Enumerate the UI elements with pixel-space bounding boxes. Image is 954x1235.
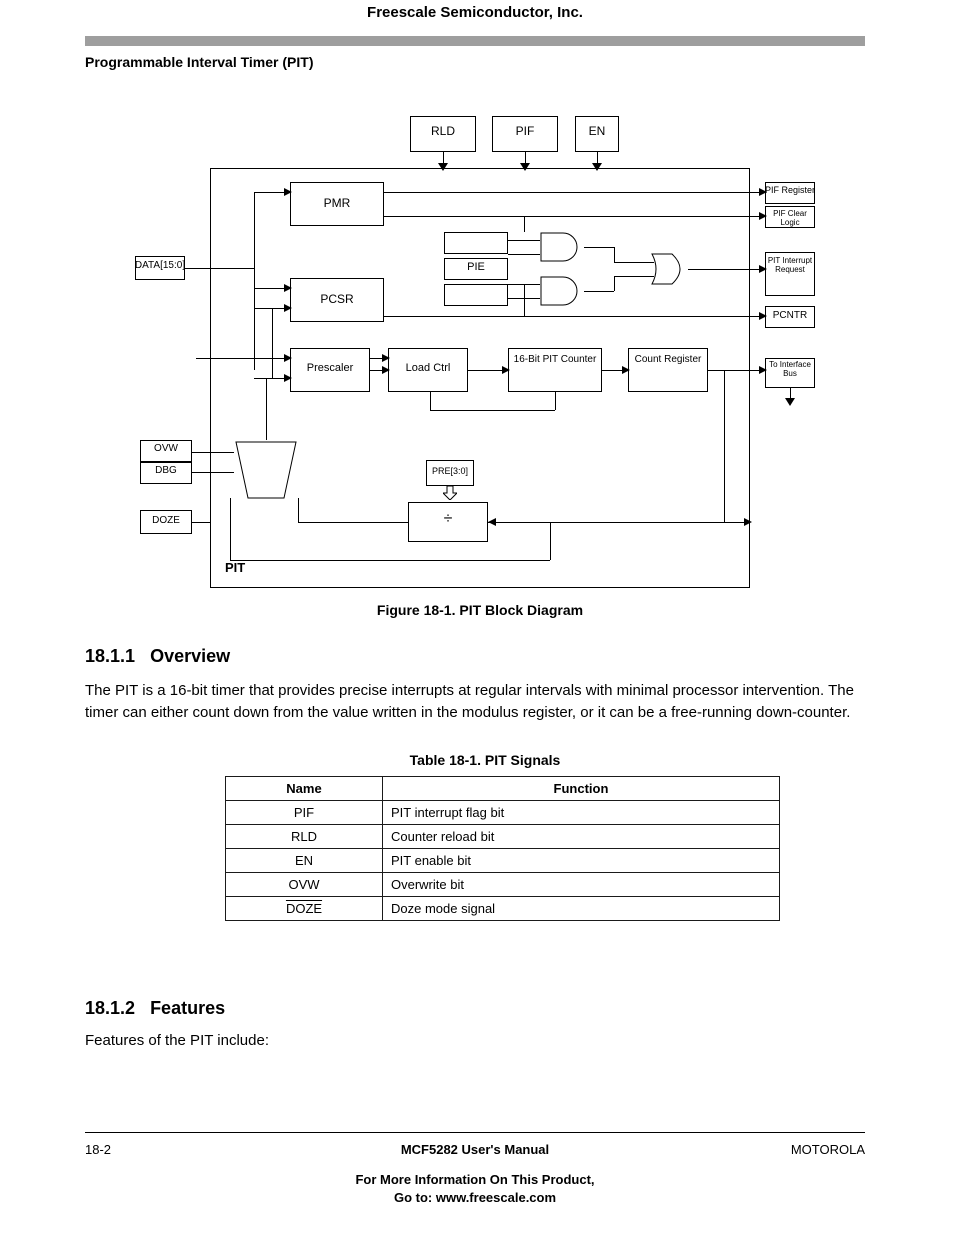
footer-right: MOTOROLA [791,1142,865,1157]
load-label: Load Ctrl [388,362,468,374]
pie-label: PIE [444,261,508,273]
table-row: RLD Counter reload bit [226,825,780,849]
div-op: ÷ [408,510,488,528]
table-row: DOZE Doze mode signal [226,897,780,921]
gate-in-3 [444,284,508,306]
down-arrow-icon [443,486,457,500]
signals-table: Name Function PIF PIT interrupt flag bit… [225,776,780,921]
mux [234,440,298,500]
counter-label: 16-Bit PIT Counter [508,354,602,365]
pif-reg-label: PIF Register [765,185,815,195]
gate-in-1 [444,232,508,254]
pcsr-label: PCSR [290,292,384,306]
subsection-text: Features of the PIT include: [85,1032,865,1049]
table-caption: Table 18-1. PIT Signals [225,752,745,768]
to-bus-label: To Interface Bus [765,360,815,378]
table-row: OVW Overwrite bit [226,873,780,897]
pif-label: PIF [492,124,558,138]
section-num: 18.1.1 [85,646,135,666]
section-text: The PIT is a 16-bit timer that provides … [85,680,865,724]
data-label: DATA[15:0] [130,260,190,271]
pit-label: PIT [225,560,245,575]
family-label: Freescale Semiconductor, Inc. [85,4,865,21]
table-header-name: Name [226,777,383,801]
dbg-label: DBG [140,465,192,476]
footer-center: MCF5282 User's Manual [85,1142,865,1157]
and-gate-1 [540,232,586,262]
footer-info-1: For More Information On This Product, [85,1172,865,1187]
count-reg-label: Count Register [628,354,708,365]
prescaler-label: Prescaler [290,362,370,374]
table-row: EN PIT enable bit [226,849,780,873]
pmr-label: PMR [290,196,384,210]
subsection-title: Features [150,998,225,1018]
ovw-label: OVW [140,443,192,454]
pit-int-label: PIT Interrupt Request [765,256,815,274]
div-label: PRE[3:0] [426,466,474,476]
and-gate-2 [540,276,586,306]
table-row: PIF PIT interrupt flag bit [226,801,780,825]
rld-label: RLD [410,124,476,138]
footer-info-2: Go to: www.freescale.com [85,1190,865,1205]
subsection-num: 18.1.2 [85,998,135,1018]
pcntr-label: PCNTR [765,310,815,321]
pif-clr-label: PIF Clear Logic [765,209,815,227]
chapter-title: Programmable Interval Timer (PIT) [85,54,313,70]
or-gate [650,252,690,286]
doze-label: DOZE [140,515,192,526]
figure-caption: Figure 18-1. PIT Block Diagram [210,602,750,618]
en-label: EN [575,124,619,138]
section-title: Overview [150,646,230,666]
table-header-function: Function [383,777,780,801]
